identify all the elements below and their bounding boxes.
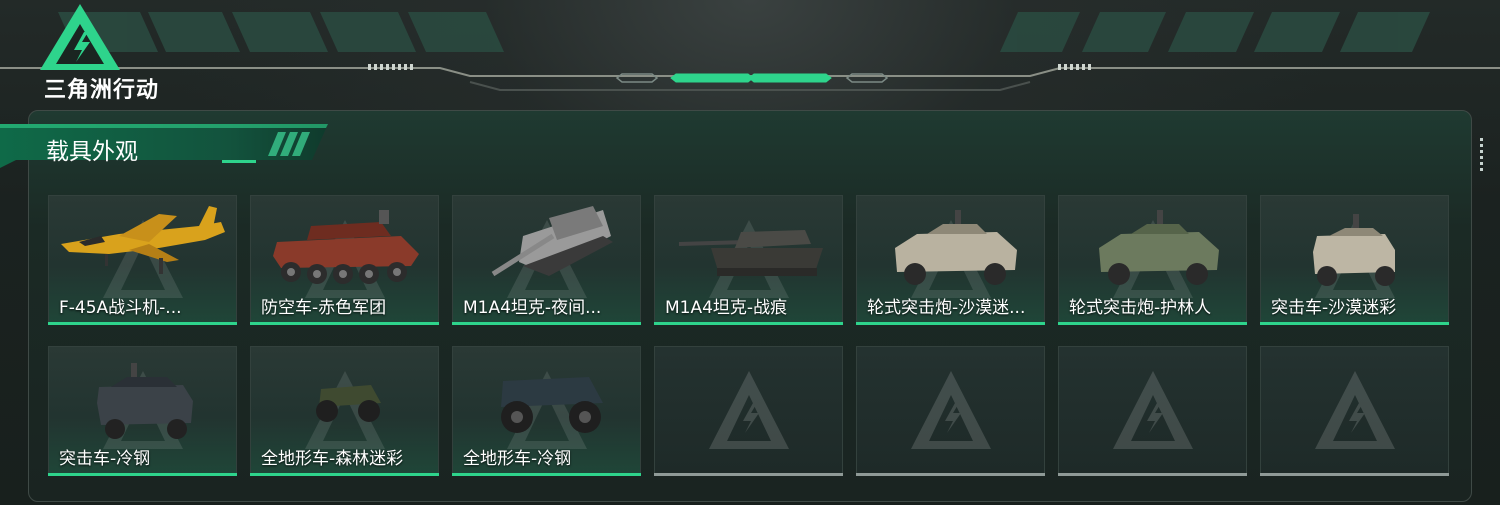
vehicle-name: M1A4坦克-夜间... [463, 298, 602, 318]
scroll-indicator[interactable] [1480, 138, 1484, 178]
vehicle-name: 轮式突击炮-护林人 [1069, 298, 1212, 318]
vehicle-tile[interactable]: 全地形车-森林迷彩 [250, 346, 439, 476]
tile-accent-bar [654, 322, 843, 325]
vehicle-tile[interactable]: 轮式突击炮-沙漠迷... [856, 195, 1045, 325]
watermark-logo-icon [1113, 371, 1193, 449]
tile-accent-bar [48, 322, 237, 325]
vehicle-tile[interactable]: F-45A战斗机-... [48, 195, 237, 325]
tank-icon [678, 230, 823, 276]
vehicle-tile[interactable]: M1A4坦克-战痕 [654, 195, 843, 325]
tile-accent-bar [250, 322, 439, 325]
armored-car-icon [1099, 210, 1219, 285]
watermark-logo-icon [1315, 371, 1395, 449]
section-header: 载具外观 [0, 122, 330, 174]
atv-icon [501, 377, 603, 433]
vehicle-tile[interactable]: 轮式突击炮-护林人 [1058, 195, 1247, 325]
tile-accent-bar [856, 473, 1045, 476]
vehicle-name: 全地形车-冷钢 [463, 449, 572, 469]
vehicle-tile[interactable]: 突击车-沙漠迷彩 [1260, 195, 1449, 325]
logo-text: 三角洲行动 [44, 78, 160, 103]
vehicle-name: F-45A战斗机-... [59, 298, 182, 318]
vehicle-name: 防空车-赤色军团 [261, 298, 387, 318]
header-decoration [0, 12, 1500, 91]
watermark-logo-icon [911, 371, 991, 449]
header-bar: 三角洲行动 [0, 0, 1500, 103]
vehicle-name: 突击车-冷钢 [59, 449, 151, 469]
tile-accent-bar [1260, 322, 1449, 325]
vehicle-name: M1A4坦克-战痕 [665, 298, 788, 318]
vehicle-grid: F-45A战斗机-... 防空车-赤色军团 M1A4坦克-夜间... M1A4坦… [48, 195, 1450, 477]
tank-icon [491, 206, 613, 277]
tile-accent-bar [1058, 322, 1247, 325]
vehicle-name: 轮式突击炮-沙漠迷... [867, 298, 1026, 318]
tile-accent-bar [452, 322, 641, 325]
empty-slot[interactable] [856, 346, 1045, 476]
vehicle-tile[interactable]: 防空车-赤色军团 [250, 195, 439, 325]
tile-accent-bar [856, 322, 1045, 325]
tile-accent-bar [654, 473, 843, 476]
empty-slot[interactable] [654, 346, 843, 476]
tile-accent-bar [48, 473, 237, 476]
vehicle-tile[interactable]: 突击车-冷钢 [48, 346, 237, 476]
vehicle-name: 突击车-沙漠迷彩 [1271, 298, 1397, 318]
aa-vehicle-icon [273, 210, 419, 284]
tile-accent-bar [250, 473, 439, 476]
tile-accent-bar [1260, 473, 1449, 476]
armored-car-icon [895, 210, 1017, 285]
assault-car-icon [1313, 214, 1395, 286]
watermark-logo-icon [709, 371, 789, 449]
tile-accent-bar [1058, 473, 1247, 476]
assault-car-icon [97, 363, 193, 439]
vehicle-tile[interactable]: M1A4坦克-夜间... [452, 195, 641, 325]
tile-accent-bar [452, 473, 641, 476]
vehicle-name: 全地形车-森林迷彩 [261, 449, 404, 469]
atv-icon [316, 385, 381, 422]
jet-icon [61, 206, 225, 274]
empty-slot[interactable] [1058, 346, 1247, 476]
section-title: 载具外观 [46, 139, 138, 165]
empty-slot[interactable] [1260, 346, 1449, 476]
vehicle-tile[interactable]: 全地形车-冷钢 [452, 346, 641, 476]
